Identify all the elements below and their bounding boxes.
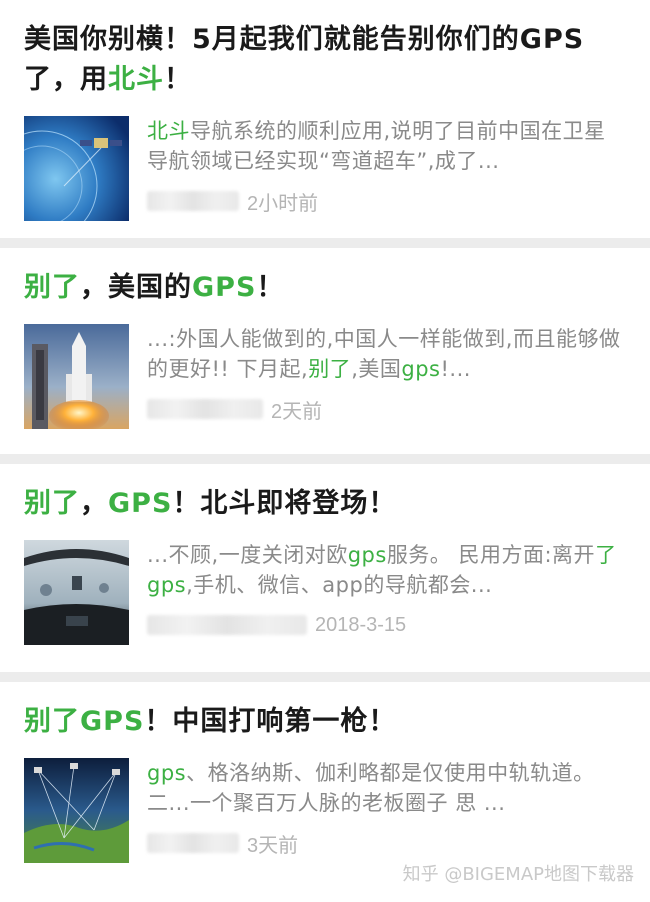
title-text: ！ <box>164 64 192 95</box>
title-highlight: GPS <box>192 272 257 303</box>
title-text: ！北斗即将登场！ <box>172 488 397 519</box>
title-highlight: GPS <box>108 488 173 519</box>
publish-time: 3天前 <box>247 834 299 857</box>
snippet-text: ...不顾,一度关闭对欧 <box>147 543 348 567</box>
snippet-text: !... <box>440 357 471 381</box>
article-card[interactable]: 别了，GPS！北斗即将登场！ ...不顾,一度关闭对欧gps服务。 民用方面:离… <box>0 464 650 672</box>
title-highlight: 别了 <box>24 272 80 303</box>
snippet-highlight: 别了 <box>308 357 352 381</box>
satellite-earth-image[interactable] <box>24 116 129 221</box>
card-separator <box>0 672 650 682</box>
publish-time: 2天前 <box>271 400 323 423</box>
source-name-blurred <box>147 833 239 853</box>
car-dashboard-image[interactable] <box>24 540 129 645</box>
article-card[interactable]: 美国你别横！5月起我们就能告别你们的GPS了，用北斗！ 北斗导航系统的顺利应用,… <box>0 0 650 238</box>
article-snippet: gps、格洛纳斯、伽利略都是仅使用中轨轨道。 二...一个聚百万人脉的老板圈子 … <box>147 758 626 818</box>
article-title[interactable]: 别了，美国的GPS！ <box>24 248 626 308</box>
watermark-text: 知乎 @BIGEMAP地图下载器 <box>402 864 634 885</box>
snippet-highlight: gps <box>147 761 187 785</box>
article-snippet: ...:外国人能做到的,中国人一样能做到,而且能够做的更好!! 下月起,别了,美… <box>147 324 626 384</box>
publish-time: 2018-3-15 <box>315 613 407 636</box>
snippet-highlight: gps <box>347 543 387 567</box>
snippet-text: 、格洛纳斯、伽利略都是仅使用中轨轨道。 二...一个聚百万人脉的老板圈子 思 .… <box>147 761 595 815</box>
source-name-blurred <box>147 615 307 635</box>
article-title[interactable]: 别了，GPS！北斗即将登场！ <box>24 464 626 524</box>
article-snippet: ...不顾,一度关闭对欧gps服务。 民用方面:离开了gps,手机、微信、app… <box>147 540 626 600</box>
card-separator <box>0 238 650 248</box>
source-name-blurred <box>147 191 239 211</box>
article-card[interactable]: 别了GPS！中国打响第一枪！ gps、格洛纳斯、伽利略都是仅使用中轨轨道。 二.… <box>0 682 650 902</box>
snippet-text: 导航系统的顺利应用,说明了目前中国在卫星导航领域已经实现“弯道超车”,成了... <box>147 119 606 173</box>
title-text: ！ <box>256 272 285 303</box>
satellite-network-map-image[interactable] <box>24 758 129 863</box>
snippet-text: ,手机、微信、app的导航都会... <box>186 573 493 597</box>
snippet-text: 服务。 民用方面:离开 <box>386 543 596 567</box>
publish-time: 2小时前 <box>247 192 319 215</box>
title-highlight: 别了GPS <box>24 706 145 737</box>
article-snippet: 北斗导航系统的顺利应用,说明了目前中国在卫星导航领域已经实现“弯道超车”,成了.… <box>147 116 626 176</box>
title-highlight: 别了 <box>24 488 80 519</box>
article-title[interactable]: 美国你别横！5月起我们就能告别你们的GPS了，用北斗！ <box>24 0 626 100</box>
snippet-highlight: gps <box>401 357 441 381</box>
rocket-launch-image[interactable] <box>24 324 129 429</box>
card-separator <box>0 454 650 464</box>
title-text: ，美国的 <box>80 272 192 303</box>
title-text: ！中国打响第一枪！ <box>144 706 397 737</box>
title-text: ， <box>80 488 108 519</box>
title-highlight: 北斗 <box>108 64 164 95</box>
snippet-highlight: 北斗 <box>147 119 190 143</box>
source-name-blurred <box>147 399 263 419</box>
article-title[interactable]: 别了GPS！中国打响第一枪！ <box>24 682 626 742</box>
snippet-text: ,美国 <box>351 357 402 381</box>
article-card[interactable]: 别了，美国的GPS！ ...:外国人能做到的,中国人一样能做到,而且能够做的更好… <box>0 248 650 454</box>
